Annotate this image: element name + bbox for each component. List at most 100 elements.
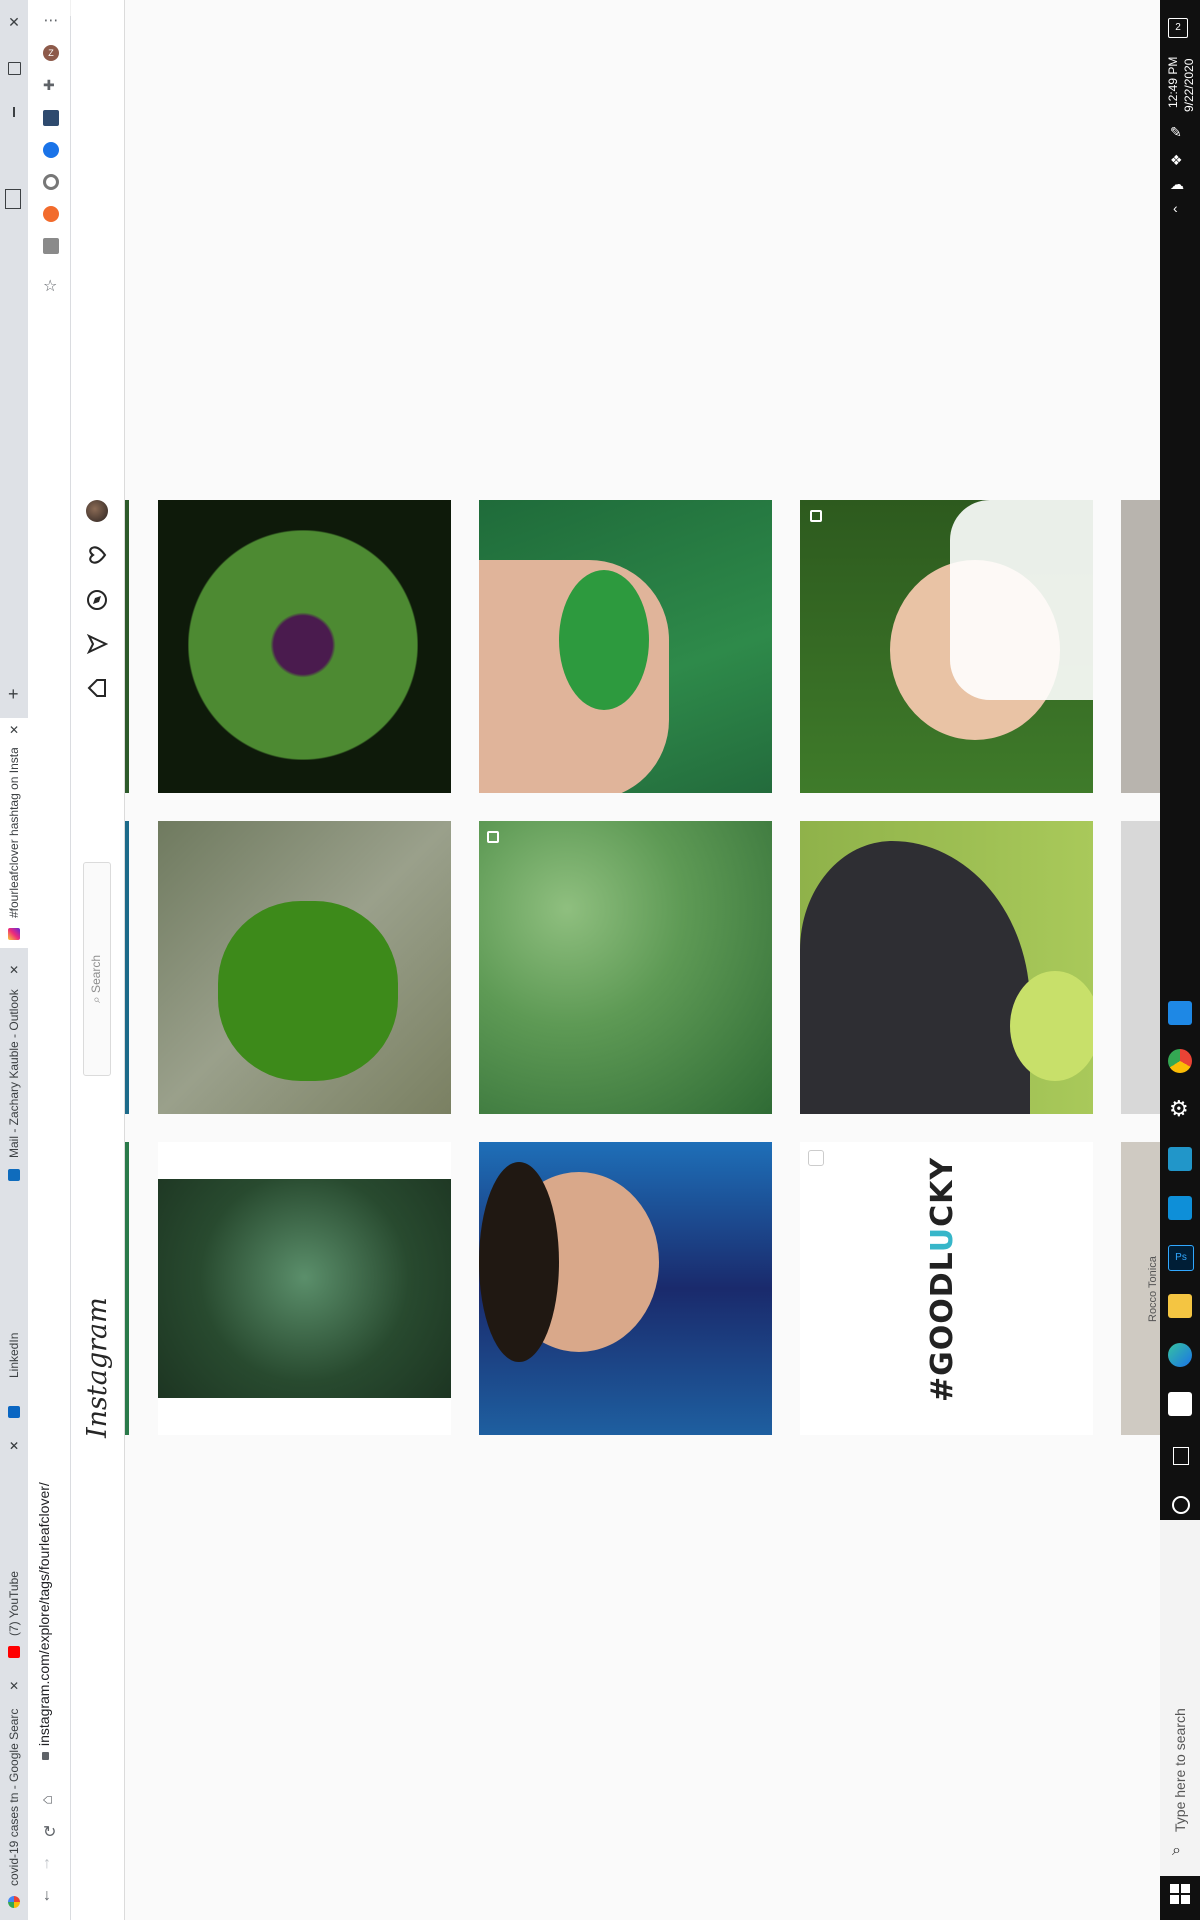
youtube-icon: [8, 1646, 20, 1658]
linkedin-icon: [8, 1406, 20, 1418]
close-tab-icon[interactable]: ✕: [8, 1680, 20, 1692]
home-icon[interactable]: ⌂: [39, 1795, 57, 1805]
carousel-icon: [487, 831, 499, 843]
url-text: instagram.com/explore/tags/fourleafclove…: [36, 1482, 52, 1746]
reload-icon[interactable]: ↻: [43, 1822, 56, 1842]
tab-youtube[interactable]: ✕ (7) YouTube: [0, 1440, 28, 1680]
close-tab-icon[interactable]: ✕: [8, 964, 20, 976]
google-icon: [8, 1896, 20, 1908]
tab-google[interactable]: ✕ covid-19 cases tn - Google Searc: [0, 1680, 28, 1920]
settings-gear-icon[interactable]: ⚙: [1169, 1096, 1189, 1122]
instagram-header: Instagram ⌕ Search: [71, 0, 125, 1920]
extension-circle-icon[interactable]: [43, 174, 59, 190]
partial-post[interactable]: [125, 500, 129, 793]
address-bar[interactable]: instagram.com/explore/tags/fourleafclove…: [36, 1450, 62, 1760]
tab-outlook[interactable]: ✕ Mail - Zachary Kauble - Outlook: [0, 958, 28, 1190]
dropbox-icon[interactable]: ❖: [1170, 152, 1183, 169]
post-tile[interactable]: [800, 821, 1093, 1114]
tab-title: covid-19 cases tn - Google Searc: [7, 1708, 21, 1886]
post-tile[interactable]: [479, 1142, 772, 1435]
post-tile[interactable]: [158, 821, 451, 1114]
partial-post[interactable]: [1121, 821, 1160, 1114]
post-tile[interactable]: [479, 500, 772, 793]
app-blue-icon[interactable]: [1168, 1001, 1192, 1025]
search-placeholder: Search: [89, 954, 103, 993]
browser-tab-strip: ✕ + ✕ #fourleafclover hashtag on Insta ✕…: [0, 0, 28, 1920]
clock-time: 12:49 PM: [1166, 56, 1180, 108]
tab-linkedin[interactable]: ✕ LinkedIn: [0, 1200, 28, 1452]
post-tile[interactable]: [158, 500, 451, 793]
post-tile[interactable]: [479, 821, 772, 1114]
partial-post[interactable]: [1121, 500, 1160, 793]
tab-title: LinkedIn: [7, 1332, 21, 1378]
clock-date: 9/22/2020: [1182, 58, 1196, 112]
pen-icon[interactable]: ✎: [1170, 124, 1182, 141]
partial-post[interactable]: [125, 1142, 129, 1435]
activity-heart-icon[interactable]: [84, 542, 110, 568]
partial-post[interactable]: Rocco Tonica: [1121, 1142, 1160, 1435]
close-tab-icon[interactable]: ✕: [8, 1440, 20, 1452]
cortana-icon[interactable]: [1172, 1496, 1190, 1514]
post-image: [800, 841, 1030, 1114]
outlook-icon: [8, 1169, 20, 1181]
edge-icon[interactable]: [1168, 1343, 1192, 1367]
menu-dots-icon[interactable]: ⋯: [42, 12, 60, 30]
instagram-logo[interactable]: Instagram: [82, 1297, 113, 1438]
hashtag-posts-grid: #GOODLUCKY Rocco Tonica: [125, 0, 1160, 1920]
extensions-puzzle-icon[interactable]: ✚: [43, 77, 55, 94]
search-input[interactable]: ⌕ Search: [83, 862, 111, 1076]
tab-layout-icon[interactable]: [5, 189, 21, 209]
carousel-icon: [810, 510, 822, 522]
photoshop-icon[interactable]: Ps: [1168, 1245, 1194, 1271]
extension-graph-icon[interactable]: [43, 110, 59, 126]
file-explorer-icon[interactable]: [1168, 1294, 1192, 1318]
app-teal-icon[interactable]: [1168, 1147, 1192, 1171]
profile-avatar-icon[interactable]: [84, 498, 110, 524]
goodlucky-text: #GOODLUCKY: [925, 1156, 960, 1402]
taskbar-search-placeholder: Type here to search: [1172, 1708, 1188, 1832]
browser-toolbar: ⋯ Z ✚ ☆ instagram.com/explore/tags/fourl…: [28, 0, 71, 1920]
office-icon[interactable]: [1168, 1392, 1192, 1416]
new-tab-button[interactable]: +: [8, 684, 19, 705]
post-image: [188, 530, 418, 760]
post-tile[interactable]: [158, 1142, 451, 1435]
partial-post[interactable]: [125, 821, 129, 1114]
show-hidden-icons[interactable]: ‹: [1173, 200, 1178, 216]
restore-window-button[interactable]: [8, 62, 21, 75]
post-tile[interactable]: #GOODLUCKY: [800, 1142, 1093, 1435]
search-icon: ⌕: [89, 992, 103, 1003]
tab-title: (7) YouTube: [7, 1571, 21, 1636]
minimize-window-button[interactable]: [13, 107, 15, 117]
windows-taskbar: 2 12:49 PM 9/22/2020 ✎ ❖ ☁ ‹ ⚙ Ps Type h…: [1160, 0, 1200, 1920]
tab-title: Mail - Zachary Kauble - Outlook: [7, 989, 21, 1158]
instagram-icon: [8, 928, 20, 940]
task-view-icon[interactable]: [1173, 1447, 1189, 1465]
search-icon: ⌕: [1172, 1842, 1181, 1859]
taskbar-search-box[interactable]: Type here to search ⌕: [1160, 1520, 1200, 1876]
forward-icon[interactable]: ↑: [43, 1855, 51, 1873]
post-image: [158, 1179, 451, 1398]
bookmark-star-icon[interactable]: ☆: [43, 276, 57, 296]
profile-avatar[interactable]: Z: [43, 45, 59, 61]
extension-orange-icon[interactable]: [43, 206, 59, 222]
start-windows-icon[interactable]: [1170, 1884, 1190, 1904]
app-blue2-icon[interactable]: [1168, 1196, 1192, 1220]
back-icon[interactable]: ↓: [43, 1887, 51, 1905]
extension-blue-icon[interactable]: [43, 142, 59, 158]
notification-icon[interactable]: 2: [1168, 18, 1188, 38]
network-icon[interactable]: ☁: [1170, 176, 1184, 193]
post-tile[interactable]: [800, 500, 1093, 793]
tab-title: #fourleafclover hashtag on Insta: [7, 748, 21, 918]
chrome-icon[interactable]: [1168, 1049, 1192, 1073]
tab-instagram[interactable]: ✕ #fourleafclover hashtag on Insta: [0, 718, 28, 948]
post-image: [218, 901, 398, 1081]
close-tab-icon[interactable]: ✕: [8, 724, 20, 736]
home-icon[interactable]: [84, 675, 110, 701]
extension-gray-icon[interactable]: [43, 238, 59, 254]
lock-icon: [41, 1752, 49, 1760]
video-icon: [808, 1150, 824, 1166]
partial-post-label: Rocco Tonica: [1147, 1256, 1159, 1322]
direct-icon[interactable]: [84, 631, 110, 657]
close-window-button[interactable]: ✕: [6, 14, 22, 30]
explore-icon[interactable]: [84, 587, 110, 613]
